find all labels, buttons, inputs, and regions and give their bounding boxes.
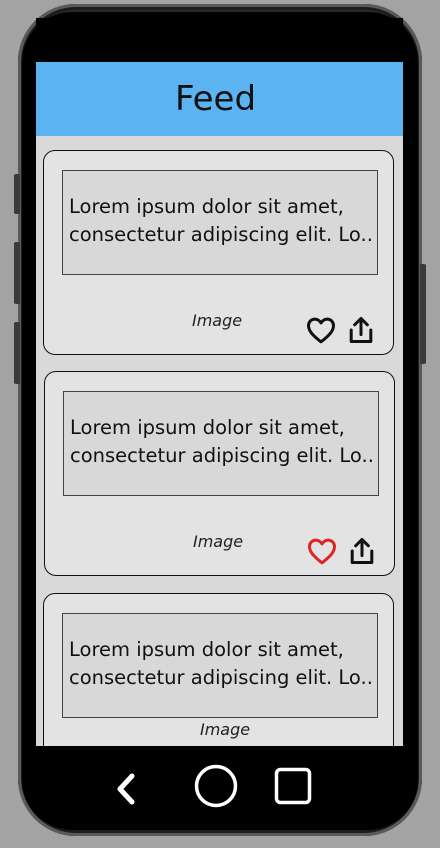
feed-card[interactable]: Lorem ipsum dolor sit amet, consectetur … bbox=[44, 371, 395, 576]
recents-button[interactable] bbox=[274, 767, 312, 805]
back-button[interactable] bbox=[110, 770, 144, 808]
page-title: Feed bbox=[174, 79, 257, 119]
post-text-line: Lorem ipsum dolor sit amet, bbox=[70, 416, 345, 439]
card-actions bbox=[306, 535, 378, 567]
post-text-line: consectetur adipiscing elit. Lo... bbox=[70, 444, 372, 467]
post-text-line: consectetur adipiscing elit. Lo... bbox=[69, 666, 371, 689]
home-button[interactable] bbox=[194, 764, 238, 808]
post-text-line: Lorem ipsum dolor sit amet, bbox=[69, 638, 344, 661]
post-text-line: Lorem ipsum dolor sit amet, bbox=[69, 195, 344, 218]
recents-square-icon bbox=[274, 767, 312, 805]
share-button[interactable] bbox=[345, 314, 377, 346]
app-bar: Feed bbox=[36, 62, 403, 136]
card-actions bbox=[305, 314, 377, 346]
volume-up-button bbox=[14, 174, 20, 214]
heart-outline-icon bbox=[307, 317, 335, 344]
feed-list[interactable]: Lorem ipsum dolor sit amet, consectetur … bbox=[36, 136, 403, 746]
share-icon bbox=[350, 537, 374, 565]
image-caption: Image bbox=[193, 532, 244, 551]
status-bar bbox=[36, 18, 403, 62]
post-text: Lorem ipsum dolor sit amet, consectetur … bbox=[63, 391, 379, 496]
post-text: Lorem ipsum dolor sit amet, consectetur … bbox=[62, 613, 378, 718]
image-caption: Image bbox=[200, 720, 251, 739]
back-chevron-icon bbox=[117, 773, 135, 805]
image-caption: Image bbox=[192, 311, 243, 330]
feed-card[interactable]: Lorem ipsum dolor sit amet, consectetur … bbox=[43, 150, 394, 355]
home-circle-icon bbox=[194, 764, 238, 808]
app-screen: Feed Lorem ipsum dolor sit amet, consect… bbox=[36, 62, 403, 746]
like-button[interactable] bbox=[305, 314, 337, 346]
share-icon bbox=[349, 316, 373, 344]
like-button[interactable] bbox=[306, 535, 338, 567]
post-text-line: consectetur adipiscing elit. Lo... bbox=[69, 223, 371, 246]
side-key bbox=[14, 322, 20, 384]
power-button bbox=[420, 264, 426, 364]
share-button[interactable] bbox=[346, 535, 378, 567]
post-text: Lorem ipsum dolor sit amet, consectetur … bbox=[62, 170, 378, 275]
volume-down-button bbox=[14, 242, 20, 304]
heart-outline-red-icon bbox=[308, 538, 336, 565]
system-nav-bar bbox=[36, 746, 403, 830]
feed-card[interactable]: Lorem ipsum dolor sit amet, consectetur … bbox=[43, 593, 394, 746]
